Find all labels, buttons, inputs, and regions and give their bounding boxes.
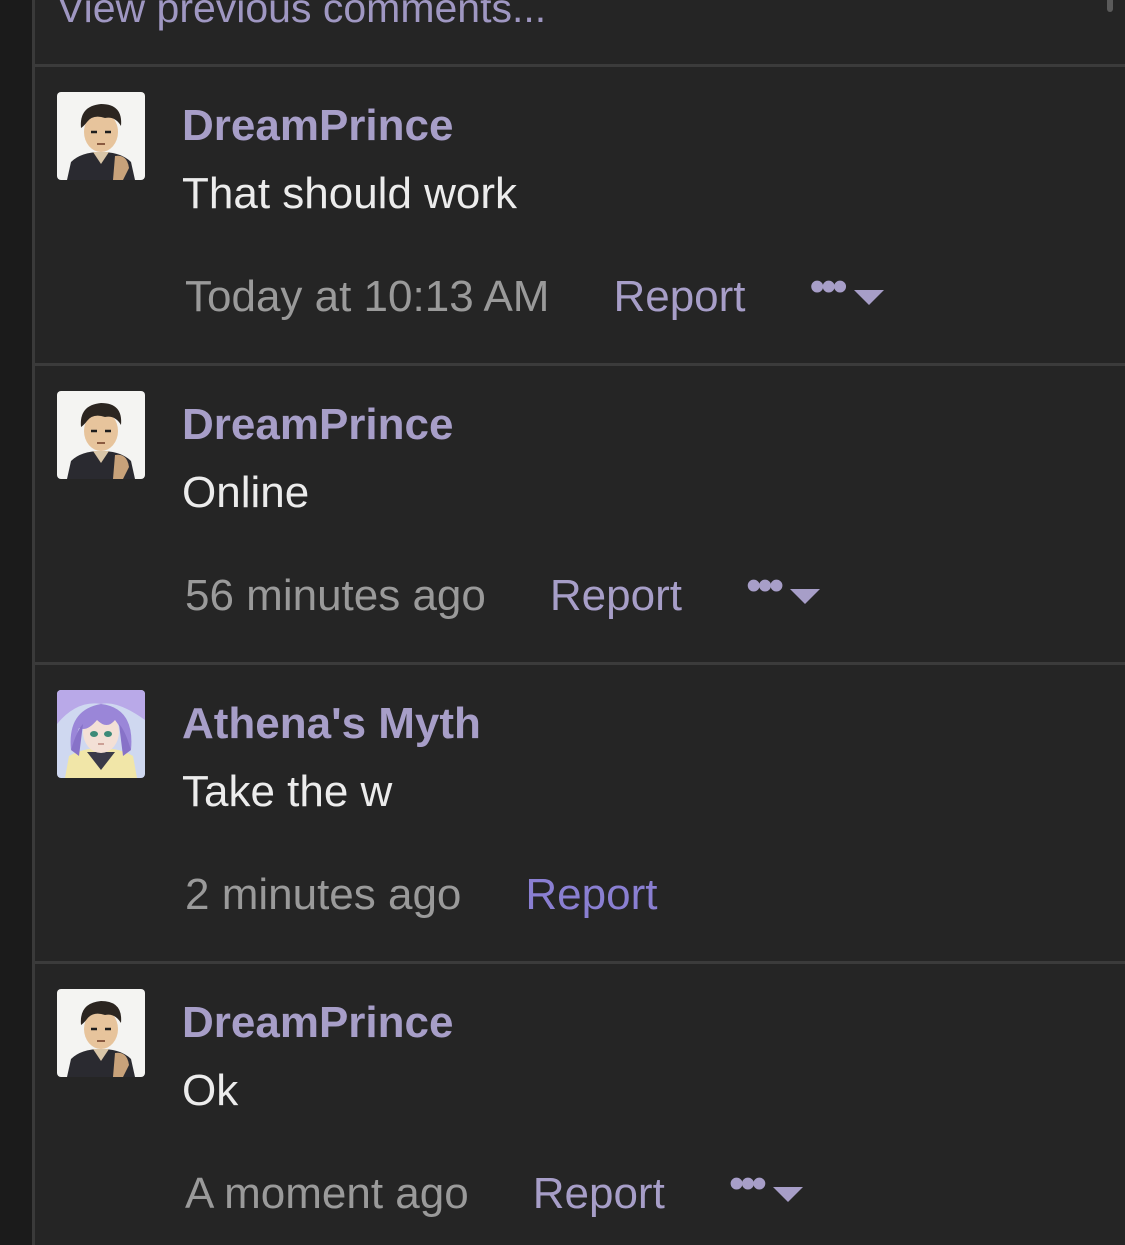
comment-item: DreamPrince Ok A moment ago Report ••• [35,964,1125,1245]
comment-thread-panel: View previous comments... DreamPrince Th… [32,0,1125,1245]
comment-timestamp[interactable]: 2 minutes ago [185,868,461,922]
purple-hair-anime-avatar-icon[interactable] [57,690,145,778]
comment-meta: A moment ago Report ••• [185,1162,804,1224]
comment-meta: 56 minutes ago Report ••• [185,564,821,626]
comment-username[interactable]: DreamPrince [182,99,453,153]
ellipsis-icon: ••• [809,262,848,311]
comment-timestamp[interactable]: Today at 10:13 AM [185,270,549,324]
comment-item: Athena's Myth Take the w 2 minutes ago R… [35,665,1125,961]
comment-text: Ok [182,1066,239,1115]
report-link[interactable]: Report [525,868,657,922]
report-link[interactable]: Report [533,1167,665,1221]
comment-text: That should work [182,169,518,218]
male-anime-avatar-icon[interactable] [57,92,145,180]
comment-item: DreamPrince Online 56 minutes ago Report… [35,366,1125,662]
chevron-down-icon [790,588,821,604]
more-options-menu[interactable]: ••• [729,1162,804,1206]
ellipsis-icon: ••• [745,561,784,610]
male-anime-avatar-icon[interactable] [57,391,145,479]
comment-meta: Today at 10:13 AM Report ••• [185,265,884,327]
report-link[interactable]: Report [613,270,745,324]
comments-page: View previous comments... DreamPrince Th… [0,0,1125,1245]
view-previous-comments-link[interactable]: View previous comments... [57,0,546,38]
comment-timestamp[interactable]: A moment ago [185,1167,469,1221]
report-link[interactable]: Report [550,569,682,623]
chevron-down-icon [773,1186,804,1202]
male-anime-avatar-icon[interactable] [57,989,145,1077]
scrollbar[interactable] [1107,0,1113,12]
comment-text: Take the w [182,767,393,816]
comment-username[interactable]: DreamPrince [182,996,453,1050]
chevron-down-icon [853,289,884,305]
more-options-menu[interactable]: ••• [810,265,884,309]
comment-text: Online [182,468,310,517]
ellipsis-icon: ••• [728,1159,767,1208]
comment-meta: 2 minutes ago Report [185,865,657,925]
comment-item: DreamPrince That should work Today at 10… [35,67,1125,363]
comment-timestamp[interactable]: 56 minutes ago [185,569,486,623]
more-options-menu[interactable]: ••• [746,564,821,608]
comment-username[interactable]: Athena's Myth [182,697,481,751]
comment-username[interactable]: DreamPrince [182,398,453,452]
